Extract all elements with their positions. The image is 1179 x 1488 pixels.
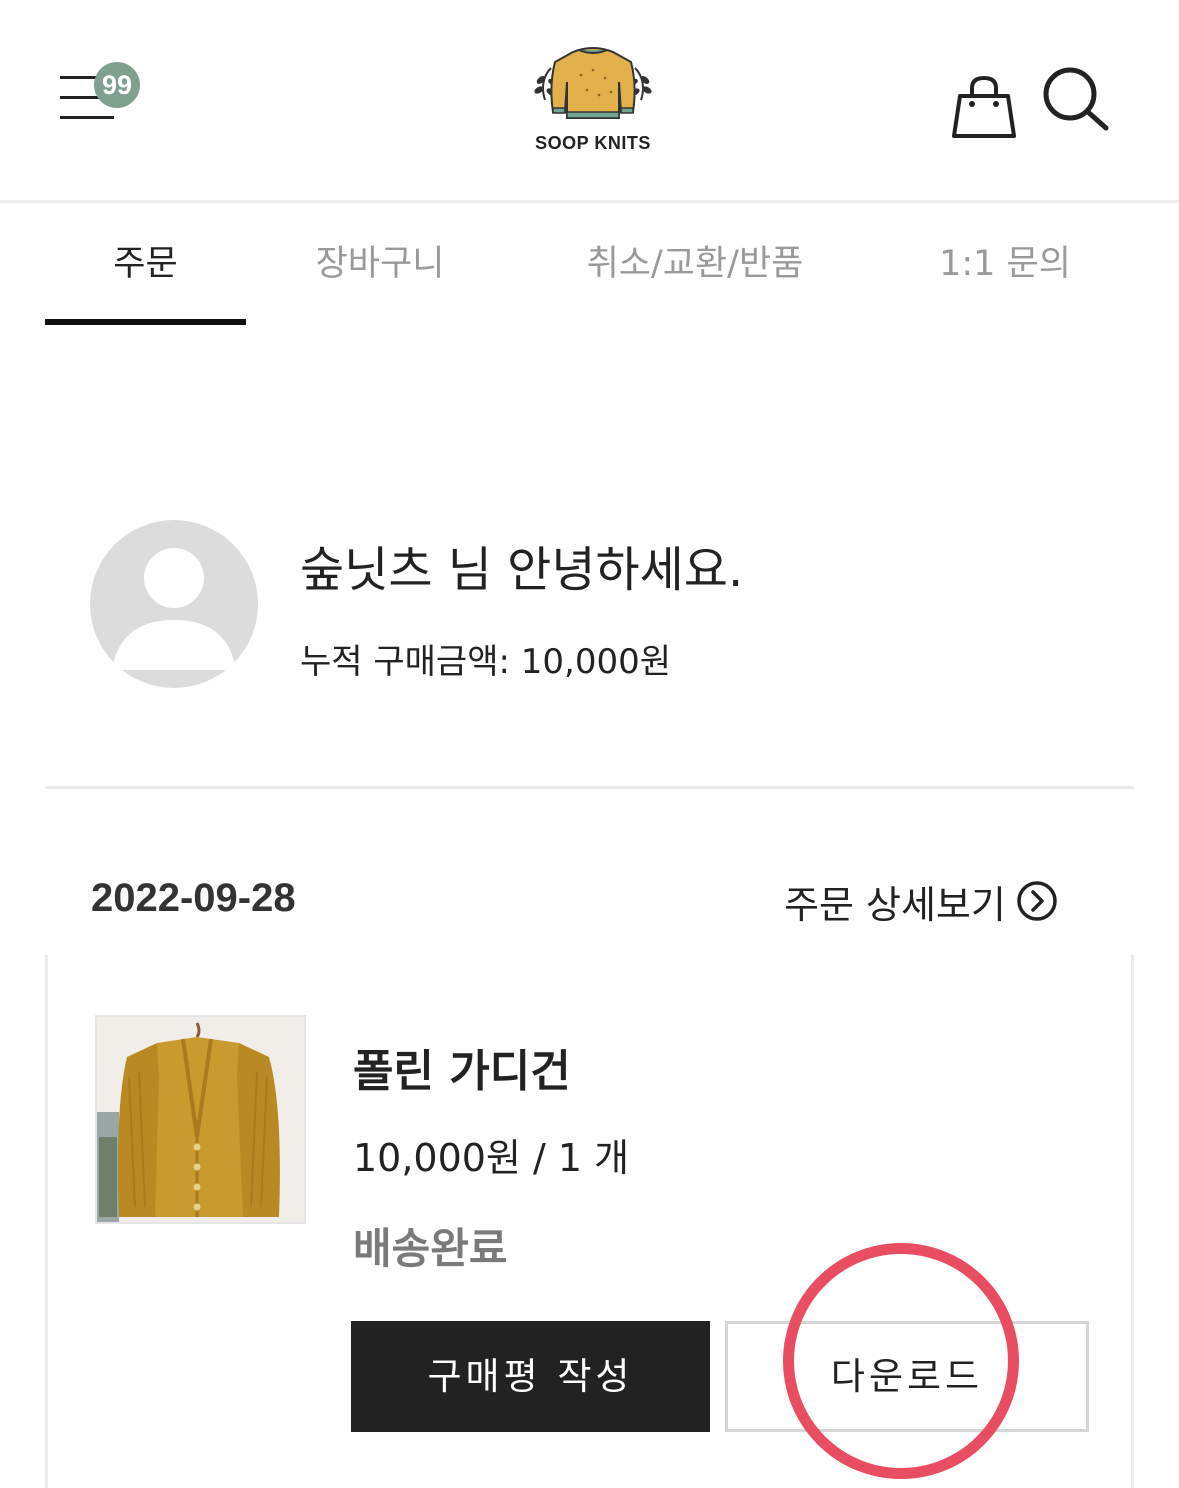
product-name[interactable]: 폴린 가디건: [353, 1035, 571, 1099]
avatar: [90, 520, 258, 688]
tab-inquiry[interactable]: 1:1 문의: [920, 206, 1090, 326]
shopping-bag-button[interactable]: [950, 72, 1018, 142]
delivery-status: 배송완료: [353, 1224, 508, 1273]
greeting-text: 숲닛츠 님 안녕하세요.: [300, 542, 744, 598]
brand-logo[interactable]: SOOP KNITS: [518, 40, 668, 160]
product-thumbnail[interactable]: [95, 1015, 306, 1224]
brand-name: SOOP KNITS: [535, 133, 651, 153]
product-price-quantity: 10,000원 / 1 개: [353, 1136, 630, 1180]
account-tabs: 주문 장바구니 취소/교환/반품 1:1 문의: [0, 206, 1179, 326]
section-divider: [45, 786, 1134, 789]
user-silhouette-icon: [112, 548, 236, 670]
app-header: 99 SOOP KNITS: [0, 0, 1179, 203]
hamburger-menu-button[interactable]: 99: [58, 62, 148, 130]
write-review-button[interactable]: 구매평 작성: [351, 1321, 710, 1432]
order-detail-link[interactable]: 주문 상세보기: [784, 876, 1058, 927]
order-detail-label: 주문 상세보기: [784, 882, 1006, 927]
order-item-card: 폴린 가디건 10,000원 / 1 개 배송완료 구매평 작성 다운로드: [45, 955, 1134, 1488]
search-button[interactable]: [1040, 64, 1110, 134]
order-date: 2022-09-28: [91, 876, 296, 920]
sweater-logo-icon: [534, 47, 652, 119]
tab-cancel-exchange-return[interactable]: 취소/교환/반품: [560, 206, 830, 326]
download-button[interactable]: 다운로드: [725, 1321, 1089, 1432]
total-purchase-amount: 누적 구매금액: 10,000원: [300, 642, 671, 682]
hamburger-menu-line: [60, 116, 114, 119]
active-tab-indicator: [45, 319, 246, 325]
chevron-right-circle-icon: [1017, 881, 1057, 921]
tab-orders[interactable]: 주문: [45, 206, 246, 326]
tab-cart[interactable]: 장바구니: [280, 206, 480, 326]
cardigan-image: [97, 1017, 304, 1222]
shopping-bag-icon: [952, 75, 1016, 138]
notification-badge: 99: [94, 62, 140, 108]
search-icon: [1043, 67, 1109, 131]
